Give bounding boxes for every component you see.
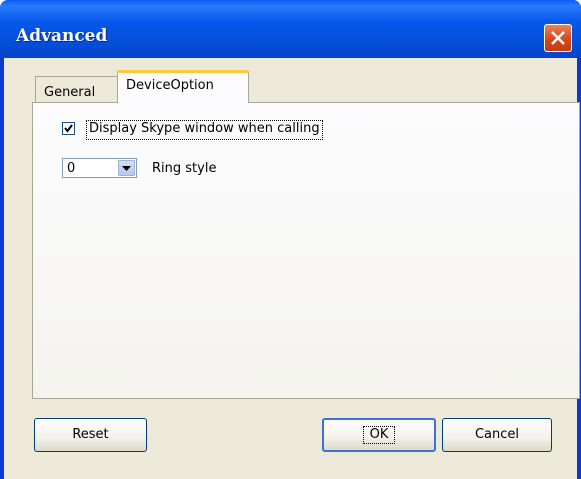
tab-device-option[interactable]: DeviceOption <box>117 70 249 103</box>
close-button[interactable] <box>544 24 572 52</box>
advanced-dialog: Advanced General DeviceOption Display Sk… <box>0 0 581 479</box>
tab-general-label: General <box>44 85 96 100</box>
display-window-label[interactable]: Display Skype window when calling <box>86 120 323 140</box>
close-icon <box>551 31 565 45</box>
ring-style-dropdown-button[interactable] <box>118 160 135 176</box>
tab-device-option-label: DeviceOption <box>126 78 214 93</box>
display-window-checkbox[interactable] <box>62 122 75 135</box>
title-bar[interactable]: Advanced <box>0 0 581 58</box>
cancel-button[interactable]: Cancel <box>442 418 552 452</box>
chevron-down-icon <box>122 166 131 171</box>
checkmark-icon <box>64 124 73 133</box>
window-title: Advanced <box>16 26 108 46</box>
tab-general[interactable]: General <box>35 76 118 102</box>
device-option-panel <box>32 102 580 399</box>
dialog-body: General DeviceOption Display Skype windo… <box>4 58 580 479</box>
ring-style-value: 0 <box>67 161 76 176</box>
ring-style-select[interactable]: 0 <box>62 158 137 178</box>
reset-button[interactable]: Reset <box>34 418 147 452</box>
ring-style-label: Ring style <box>152 161 217 176</box>
ok-button-label: OK <box>362 426 396 444</box>
ok-button[interactable]: OK <box>322 418 436 452</box>
